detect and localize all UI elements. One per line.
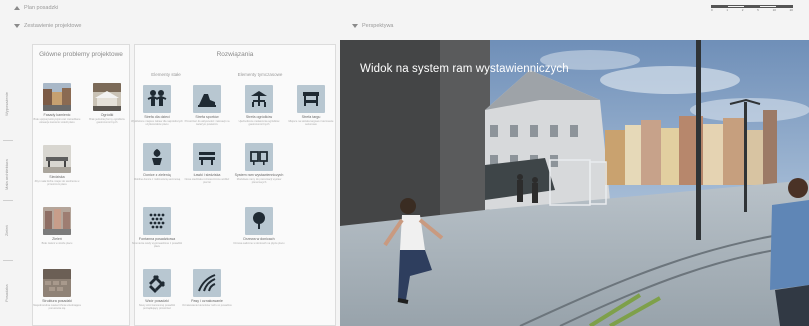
scale-label: 0 [711,8,713,12]
solution-desc: Miejsce na stoiska targowe i kiermasze s… [288,120,334,127]
facade-photo [43,83,71,111]
category-label: Wyposażenie [4,92,9,116]
expand-arrow-icon [14,24,20,28]
solution-tile[interactable]: Pasy i oznakowanie Oznakowanie kierunków… [177,269,237,307]
tree-icon [245,207,273,235]
pavement-photo [43,269,71,297]
garden-photo [93,83,121,111]
problem-tile[interactable]: Siedziska Zbyt mała liczba miejsc do sie… [27,145,87,186]
solution-title: Drzewa w donicach [243,237,275,241]
exhibition-frames-icon [245,143,273,171]
category-divider [3,260,13,261]
solutions-title: Rozwiązania [216,51,254,58]
solution-title: Fontanna posadzkowa [138,237,176,241]
solution-title: Strefa sportów [195,115,219,119]
perspective-header[interactable]: Perspektywa [352,20,394,32]
problem-tile[interactable]: Struktura posadzki Niejednorodna nawierz… [27,269,87,310]
solution-desc: Modułowe ramy do prezentacji wystaw plen… [236,178,282,185]
road-lines-icon [193,269,221,297]
design-summary-header[interactable]: Zestawienie projektowe [14,20,81,32]
problem-tile[interactable]: Zieleń Brak zieleni w strefie placu [27,207,87,245]
problem-desc: Zbyt mała liczba miejsc do siedzenia w p… [34,180,80,187]
category-divider [3,140,13,141]
temporary-elements-subtitle: Elementy tymczasowe [237,72,283,77]
collapse-arrow-icon [14,6,20,10]
fixed-elements-subtitle: Elementy stałe [151,72,181,77]
problem-title: Siedziska [49,175,65,179]
solution-desc: Oznakowanie kierunków ruchu w posadzce [182,304,232,307]
problems-column: Główne problemy projektowe Fasady kamien… [32,44,130,326]
perspective-title: Widok na system ram wystawienniczych [360,63,569,75]
solution-tile[interactable]: Strefa sportów Przestrzeń do aktywności … [177,85,237,126]
collapse-plan-label: Plan posadzki [24,5,59,11]
bench-icon [193,143,221,171]
scale-label: 1 [726,8,729,12]
paving-pattern-icon [143,269,171,297]
solution-desc: Strumienie wody wyprowadzone z posadzki … [131,242,183,249]
problem-title: Struktura posadzki [42,299,72,303]
sport-icon [193,85,221,113]
design-summary-label: Zestawienie projektowe [24,23,82,29]
perspective-render [340,40,809,326]
category-label: Zieleń [4,225,9,236]
perspective-label: Perspektywa [362,23,394,29]
umbrella-table-icon [245,85,273,113]
solution-title: System ram wystawienniczych [234,173,284,177]
solution-tile[interactable]: Fontanna posadzkowa Strumienie wody wypr… [127,207,187,248]
scale-label: 5 [757,8,759,12]
top-bar: Plan posadzki 0 1 2 5 10 20 [0,0,809,16]
solutions-column: Rozwiązania Elementy stałe Elementy tymc… [131,44,336,326]
scale-label: 2 [741,8,744,12]
perspective-view[interactable]: Widok na system ram wystawienniczych [340,40,809,326]
solution-desc: Ujednolicone zadaszenia ogródków gastron… [238,120,280,127]
solution-desc: Nowe siedziska rozmieszczone wzdłuż pier… [184,178,230,185]
collapse-plan-toggle[interactable]: Plan posadzki [14,5,58,11]
problem-desc: Brak zieleni w strefie placu [41,242,73,245]
planter-icon [143,143,171,171]
bench-photo [43,145,71,173]
solution-title: Strefa targu [301,115,321,119]
greenery-photo [43,207,71,235]
market-stall-icon [297,85,325,113]
problem-title: Zieleń [52,237,62,241]
scale-label: 20 [789,8,793,12]
problem-desc: Niejednorodna nawierzchnia utrudniająca … [33,304,81,311]
fountain-icon [143,207,171,235]
category-divider [3,200,13,201]
solution-tile[interactable]: Strefa ogródków Ujednolicone zadaszenia … [229,85,289,126]
expand-arrow-icon [352,24,358,28]
solution-tile[interactable]: Drzewa w donicach Drzewa sadzone w donic… [229,207,289,245]
children-icon [143,85,171,113]
solution-desc: Drzewa sadzone w donicach na płycie plac… [233,242,285,245]
scale-label: 10 [772,8,776,12]
design-summary-panel: Wyposażenie Mała architektura Zieleń Pos… [0,40,340,326]
scale-bar: 0 1 2 5 10 20 [711,5,793,12]
solution-tile[interactable]: Strefa targu Miejsce na stoiska targowe … [281,85,341,126]
app-root: Plan posadzki 0 1 2 5 10 20 Zestawienie … [0,0,809,326]
solution-title: Ławki i siedziska [193,173,221,177]
solution-desc: Przestrzeń do aktywności i rekreacji na … [184,120,230,127]
solution-title: Strefa ogródków [245,115,273,119]
category-label: Mała architektura [4,159,9,190]
category-label: Posadzka [4,284,9,302]
solution-title: Pasy i oznakowanie [191,299,223,303]
solution-tile[interactable]: System ram wystawienniczych Modułowe ram… [229,143,289,184]
solution-tile[interactable]: Ławki i siedziska Nowe siedziska rozmies… [177,143,237,184]
problems-title: Główne problemy projektowe [39,51,123,58]
